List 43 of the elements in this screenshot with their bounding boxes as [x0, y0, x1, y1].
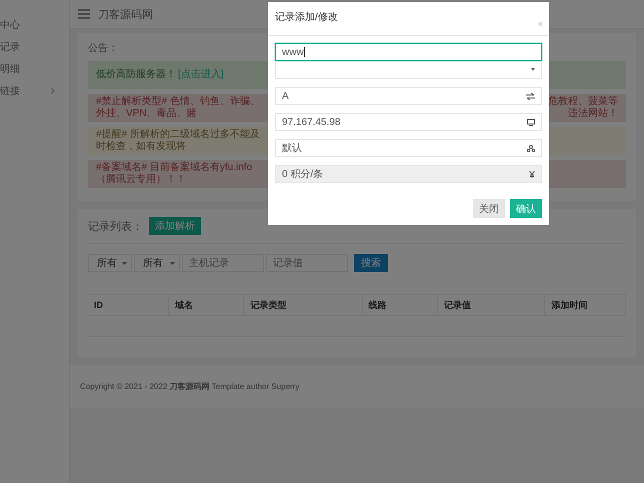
notice-text: #提醒# 所解析的二级域名过多不能及时检查，如有发现将 [96, 129, 261, 153]
footer-text: Copyright © 2021 - 2022 刀客源码网 Template author Superry [70, 365, 644, 408]
menu-icon[interactable] [78, 9, 90, 19]
add-button[interactable]: 添加解析 [149, 217, 201, 235]
site-title: 刀客源码网 [98, 8, 153, 22]
notice-text: 低价高防服务器！ [96, 69, 176, 81]
caret-icon [122, 262, 127, 264]
column-header: ID [88, 294, 169, 316]
close-dialog-button[interactable]: 关闭 [473, 199, 505, 218]
network-icon [527, 144, 535, 152]
modal-title: 记录添加/修改 [275, 12, 338, 23]
notice-text: #备案域名# 目前备案域名有yfu.info（腾讯云专用）！！ [96, 162, 254, 186]
input-field[interactable]: A [275, 87, 542, 105]
input-field[interactable]: 97.167.45.98 [275, 113, 542, 131]
notice-link[interactable]: [点击进入] [178, 69, 224, 81]
input-field[interactable]: 默认 [275, 139, 542, 157]
sidebar-item[interactable]: 中心 [0, 14, 69, 36]
sidebar-item[interactable]: 明细 [0, 58, 69, 80]
input-field[interactable]: www [275, 43, 542, 61]
close-button[interactable]: × [538, 20, 543, 29]
filter-field[interactable]: 记录值 [266, 254, 348, 272]
confirm-button[interactable]: 确认 [510, 199, 542, 218]
select-field[interactable] [275, 61, 542, 79]
card-title: 记录列表： [88, 220, 143, 234]
column-header: 线路 [362, 294, 438, 316]
sidebar-item[interactable]: 链接 [0, 80, 69, 102]
monitor-icon [527, 118, 535, 126]
caret-icon [531, 68, 535, 71]
column-header: 记录类型 [244, 294, 362, 316]
filter-select[interactable]: 所有 [88, 254, 132, 272]
sidebar-item[interactable]: 记录 [0, 36, 69, 58]
switch-icon [526, 92, 535, 100]
yen-icon [529, 170, 535, 178]
notice-text: 危教程、菠菜等违法网站！ [547, 96, 618, 120]
filter-field[interactable]: 主机记录 [182, 254, 264, 272]
caret-icon [170, 262, 175, 264]
column-header: 域名 [168, 294, 244, 316]
column-header: 添加时间 [544, 294, 626, 316]
filter-select[interactable]: 所有 [134, 254, 180, 272]
card-title: 公告： [88, 42, 118, 55]
search-button[interactable]: 搜索 [354, 254, 388, 272]
column-header: 记录值 [437, 294, 545, 316]
notice-text: #禁止解析类型# 色情、钓鱼、诈骗、外挂、VPN、毒品、赌 [96, 96, 261, 120]
